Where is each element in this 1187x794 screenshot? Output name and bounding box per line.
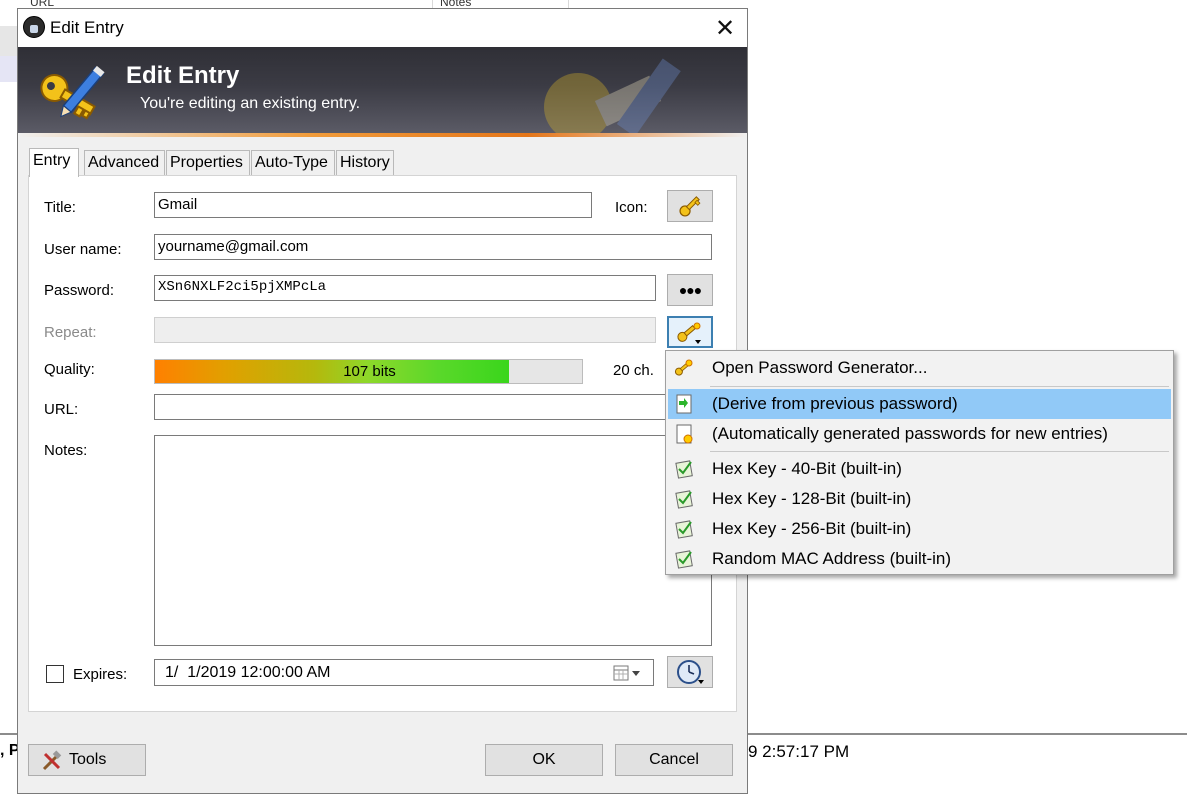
username-label: User name: <box>44 241 122 258</box>
tab-label: Advanced <box>88 154 160 171</box>
generator-key-icon <box>677 322 701 344</box>
notes-label: Notes: <box>44 442 88 459</box>
calendar-dropdown-icon[interactable] <box>613 665 645 681</box>
password-quality-bar: 107 bits <box>154 359 583 384</box>
menu-item-label: Open Password Generator... <box>712 358 928 377</box>
tab-advanced[interactable]: Advanced <box>84 150 165 175</box>
menu-item-label: (Automatically generated passwords for n… <box>712 424 1108 443</box>
profile-icon <box>675 520 693 539</box>
menu-item-derive-previous[interactable]: (Derive from previous password) <box>668 389 1171 419</box>
tab-label: Auto-Type <box>255 154 328 171</box>
profile-icon <box>675 550 693 569</box>
edit-entry-dialog: Edit Entry ✕ Edit Entry You're editing a <box>17 8 748 794</box>
password-generator-button[interactable] <box>667 316 713 348</box>
password-generator-menu: Open Password Generator... (Derive from … <box>665 350 1174 575</box>
profile-icon <box>675 460 693 479</box>
notes-textarea[interactable] <box>154 435 712 646</box>
banner-watermark-icon <box>544 58 681 133</box>
close-button[interactable]: ✕ <box>708 12 742 44</box>
icon-picker-button[interactable] <box>667 190 713 222</box>
tab-label: Properties <box>170 154 243 171</box>
menu-item-hex-256[interactable]: Hex Key - 256-Bit (built-in) <box>668 514 1171 544</box>
banner-accent-line <box>18 133 747 137</box>
tab-label: History <box>340 154 390 171</box>
expires-label: Expires: <box>73 666 128 683</box>
dialog-title: Edit Entry <box>50 18 124 37</box>
menu-item-label: (Derive from previous password) <box>712 394 958 413</box>
icon-label: Icon: <box>615 199 648 216</box>
expiry-date-picker[interactable]: 1/ 1/2019 12:00:00 AM <box>154 659 654 686</box>
menu-item-label: Random MAC Address (built-in) <box>712 549 952 568</box>
cancel-button[interactable]: Cancel <box>615 744 733 776</box>
url-label: URL: <box>44 401 79 418</box>
password-quality-text: 107 bits <box>343 363 396 380</box>
menu-item-open-generator[interactable]: Open Password Generator... <box>668 353 1171 383</box>
banner-key-pencil-icon <box>40 65 105 120</box>
menu-item-label: Hex Key - 256-Bit (built-in) <box>712 519 912 538</box>
menu-item-label: Hex Key - 40-Bit (built-in) <box>712 459 902 478</box>
profile-icon <box>675 490 693 509</box>
tools-label: Tools <box>69 751 107 768</box>
ok-button[interactable]: OK <box>485 744 603 776</box>
username-input[interactable]: yourname@gmail.com <box>154 234 712 260</box>
quality-label: Quality: <box>44 361 95 378</box>
auto-generate-icon <box>676 424 693 444</box>
repeat-password-input[interactable] <box>154 317 656 343</box>
expires-checkbox[interactable] <box>46 665 64 683</box>
tab-history[interactable]: History <box>336 150 394 175</box>
menu-item-auto-generated[interactable]: (Automatically generated passwords for n… <box>668 419 1171 449</box>
keepass-lock-icon <box>23 16 45 38</box>
password-length-label: 20 ch. <box>613 362 654 379</box>
tab-properties[interactable]: Properties <box>166 150 250 175</box>
banner-subtitle: You're editing an existing entry. <box>140 95 361 112</box>
tools-icon <box>42 750 62 771</box>
url-input[interactable] <box>154 394 712 420</box>
tools-button[interactable]: Tools <box>28 744 146 776</box>
tab-label: Entry <box>33 152 71 169</box>
password-label: Password: <box>44 282 115 299</box>
menu-item-label: Hex Key - 128-Bit (built-in) <box>712 489 912 508</box>
expiry-date-value: 1/ 1/2019 12:00:00 AM <box>165 664 331 681</box>
menu-item-hex-128[interactable]: Hex Key - 128-Bit (built-in) <box>668 484 1171 514</box>
password-input[interactable]: XSn6NXLF2ci5pjXMPcLa <box>154 275 656 301</box>
banner-title: Edit Entry <box>126 62 240 89</box>
title-label: Title: <box>44 199 76 216</box>
dialog-banner: Edit Entry You're editing an existing en… <box>18 47 747 133</box>
close-icon: ✕ <box>714 14 736 42</box>
repeat-label: Repeat: <box>44 324 97 341</box>
menu-separator <box>710 451 1169 452</box>
clock-icon <box>677 660 704 684</box>
derive-icon <box>676 394 692 414</box>
background-status-time: 9 2:57:17 PM <box>748 742 850 761</box>
title-input[interactable]: Gmail <box>154 192 592 218</box>
password-generator-icon <box>674 359 693 376</box>
menu-item-random-mac[interactable]: Random MAC Address (built-in) <box>668 544 1171 574</box>
dialog-titlebar[interactable]: Edit Entry ✕ <box>18 9 747 47</box>
tab-auto-type[interactable]: Auto-Type <box>251 150 335 175</box>
expiry-presets-button[interactable] <box>667 656 713 688</box>
key-icon <box>679 196 701 217</box>
menu-separator <box>710 386 1169 387</box>
menu-item-hex-40[interactable]: Hex Key - 40-Bit (built-in) <box>668 454 1171 484</box>
tab-entry[interactable]: Entry <box>29 148 79 177</box>
show-password-button[interactable]: ●●● <box>667 274 713 306</box>
